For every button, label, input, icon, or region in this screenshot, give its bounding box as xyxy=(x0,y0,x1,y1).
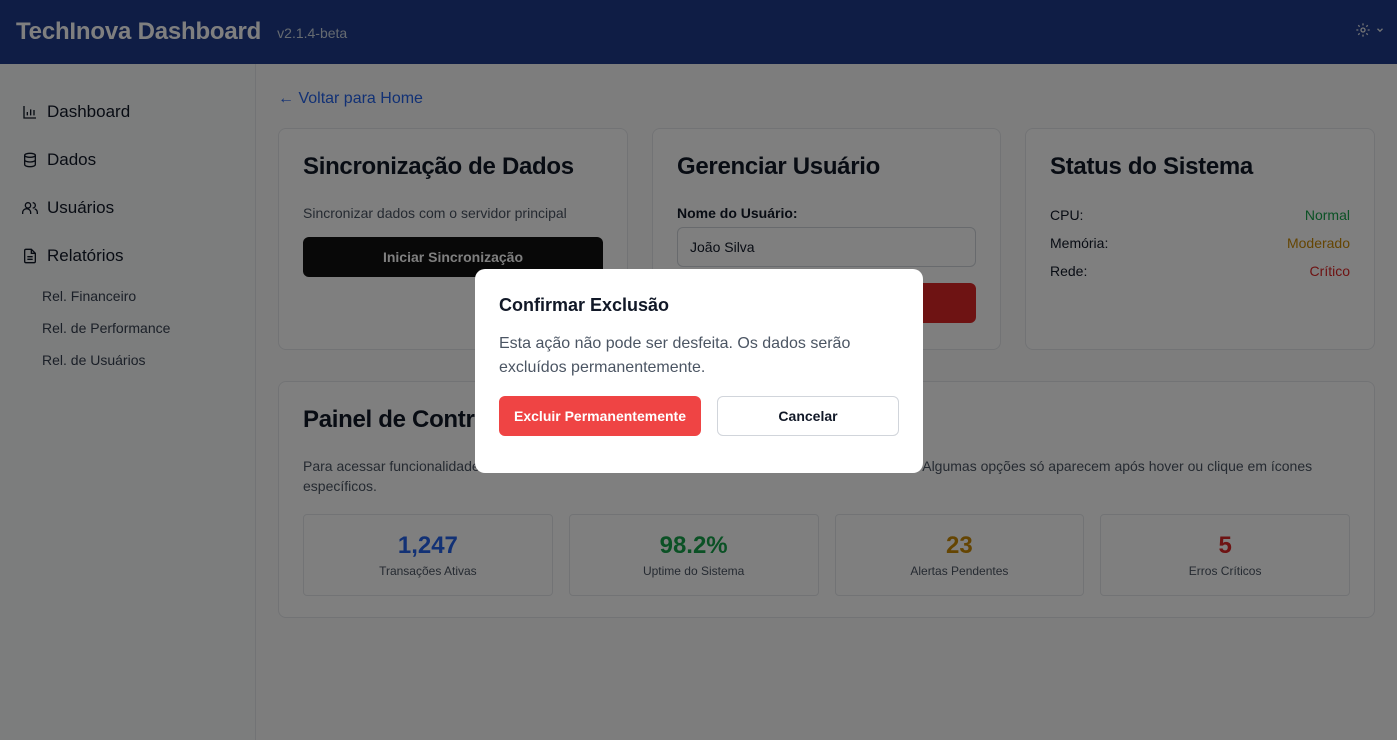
dialog-title: Confirmar Exclusão xyxy=(499,295,670,315)
cancel-button[interactable]: Cancelar xyxy=(717,396,899,436)
confirm-delete-button[interactable]: Excluir Permanentemente xyxy=(499,396,701,436)
dialog-message: Esta ação não pode ser desfeita. Os dado… xyxy=(499,335,851,376)
confirm-delete-dialog: Confirmar Exclusão Esta ação não pode se… xyxy=(475,269,923,473)
